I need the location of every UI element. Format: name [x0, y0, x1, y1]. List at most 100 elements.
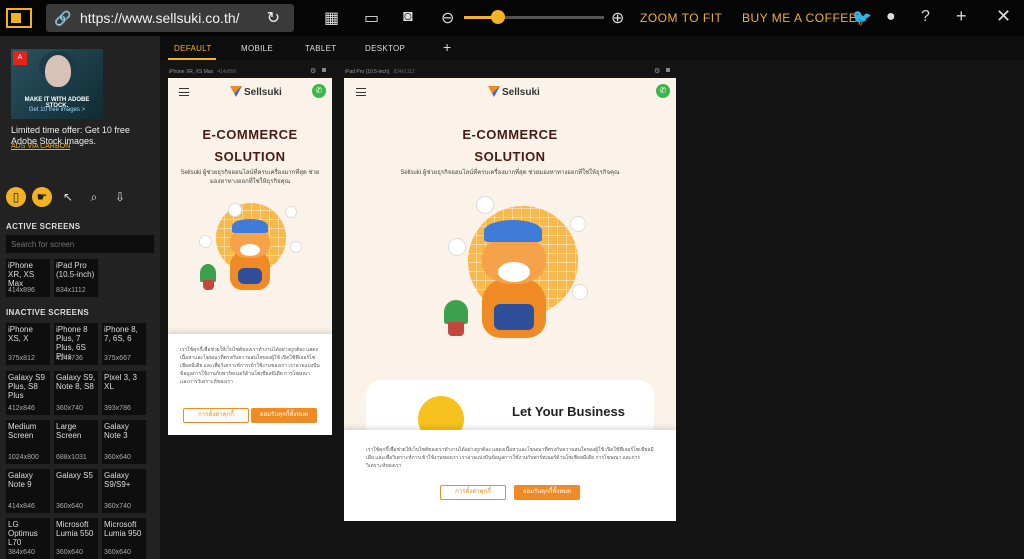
screen-search-input[interactable]	[6, 235, 154, 253]
tablet-menu-icon[interactable]	[356, 88, 366, 96]
screen-card-active-1[interactable]: iPad Pro (10.5-inch) 834x1112	[54, 259, 98, 297]
help-icon[interactable]: ?	[921, 8, 930, 26]
adobe-logo-icon: A	[13, 51, 27, 65]
download-tool-icon[interactable]: ⇩	[110, 187, 130, 207]
active-screens-title: ACTIVE SCREENS	[6, 222, 81, 231]
tablet-fox-cap	[484, 220, 542, 242]
tablet-hero-title-line2: SOLUTION	[474, 149, 546, 164]
inspect-tool-icon[interactable]: ☛	[32, 187, 52, 207]
phone-settings-icon[interactable]: ⚙	[310, 67, 316, 75]
ad-image-line2: Get 10 free images >	[28, 107, 86, 113]
tablet-brand-logo[interactable]: Sellsuki	[488, 86, 540, 98]
tab-desktop[interactable]: DESKTOP	[365, 44, 405, 53]
tablet-avatar-bubble-4	[572, 284, 588, 300]
ad-image[interactable]: A MAKE IT WITH ADOBE STOCK. Get 10 free …	[11, 49, 103, 119]
zoom-slider-handle[interactable]	[491, 10, 505, 24]
avatar-bubble-3	[199, 235, 212, 248]
screen-card-inactive-9[interactable]: Galaxy Note 9 414x846	[6, 469, 50, 513]
plant-pot	[203, 280, 214, 290]
screen-card-inactive-2[interactable]: iPhone 8, 7, 6S, 6 375x667	[102, 323, 146, 365]
screen-card-inactive-14[interactable]: Microsoft Lumia 950 360x640	[102, 518, 146, 559]
zoom-in-icon[interactable]: ⊕	[611, 8, 624, 28]
brand-logo[interactable]: Sellsuki	[230, 86, 282, 98]
screen-card-inactive-11[interactable]: Galaxy S9/S9+ 360x740	[102, 469, 146, 513]
tab-default[interactable]: DEFAULT	[174, 44, 212, 53]
phone-screen-label: iPhone XR, XS Max 414x896	[169, 69, 237, 75]
ad-face	[45, 55, 71, 87]
hero-title-line2: SOLUTION	[214, 149, 286, 164]
reload-icon[interactable]: ↻	[267, 8, 280, 28]
avatar-bubble-4	[290, 241, 302, 253]
fox-cap	[232, 219, 268, 233]
tablet-avatar-bubble-2	[570, 216, 586, 232]
view-tabs: DEFAULT MOBILE TABLET DESKTOP +	[160, 36, 1024, 60]
sidebar: A MAKE IT WITH ADOBE STOCK. Get 10 free …	[0, 36, 160, 559]
tablet-frame[interactable]: Sellsuki ✆ E-COMMERCE SOLUTION Sellsuki …	[344, 78, 676, 521]
url-text[interactable]: https://www.sellsuki.co.th/	[80, 10, 240, 26]
phone-cookie-banner: เราใช้คุกกี้เพื่อช่วยให้เว็บไซต์ของเราทำ…	[168, 334, 332, 435]
tablet-camera-icon[interactable]: ◙	[666, 67, 670, 74]
hero-subtitle: Sellsuki ผู้ช่วยธุรกิจออนไลน์ที่ครบเครื่…	[180, 170, 320, 185]
tablet-hero-subtitle: Sellsuki ผู้ช่วยธุรกิจออนไลน์ที่ครบเครื่…	[400, 170, 620, 176]
screen-card-inactive-7[interactable]: Large Screen 688x1031	[54, 420, 98, 464]
plus-icon[interactable]: +	[956, 6, 967, 27]
tab-tablet[interactable]: TABLET	[305, 44, 336, 53]
tablet-hero-title-line1: E-COMMERCE	[462, 127, 558, 142]
device-icon[interactable]: ▭	[364, 8, 379, 28]
add-tab-icon[interactable]: +	[443, 39, 451, 55]
tablet-cookie-accept-button[interactable]: ยอมรับคุกกี้ทั้งหมด	[514, 485, 580, 500]
tablet-phone-call-icon[interactable]: ✆	[656, 84, 670, 98]
tablet-brand-mark-icon	[488, 86, 500, 97]
menu-icon[interactable]	[179, 88, 189, 96]
grid-icon[interactable]: ▦	[324, 8, 339, 28]
twitter-icon[interactable]: 🐦	[852, 8, 872, 28]
screen-card-inactive-10[interactable]: Galaxy S5 360x640	[54, 469, 98, 513]
close-icon[interactable]: ✕	[996, 6, 1011, 27]
link-icon: 🔗	[54, 10, 72, 26]
inactive-screens-title: INACTIVE SCREENS	[6, 308, 90, 317]
screen-card-inactive-6[interactable]: Medium Screen 1024x800	[6, 420, 50, 464]
camera-icon[interactable]: ◙	[403, 8, 413, 26]
tablet-screen-label: iPad Pro (10.5-inch) 834x1112	[345, 69, 415, 75]
screen-card-active-0[interactable]: iPhone XR, XS Max 414x896	[6, 259, 50, 297]
ad-via-link[interactable]: ADS VIA CARBON	[11, 143, 70, 150]
search-tool-icon[interactable]: ⌕	[84, 187, 104, 207]
screen-card-inactive-3[interactable]: Galaxy S9 Plus, S8 Plus 412x846	[6, 371, 50, 415]
zoom-slider[interactable]	[464, 10, 604, 24]
phone-call-icon[interactable]: ✆	[312, 84, 326, 98]
tablet-plant	[444, 300, 468, 324]
tab-mobile[interactable]: MOBILE	[241, 44, 273, 53]
screen-card-inactive-4[interactable]: Galaxy S9, Note 8, S8 360x740	[54, 371, 98, 415]
fox-shirt	[238, 268, 262, 284]
zoom-out-icon[interactable]: ⊖	[441, 8, 454, 28]
avatar-bubble-2	[285, 206, 297, 218]
tablet-settings-icon[interactable]: ⚙	[654, 67, 660, 75]
tablet-cookie-text: เราใช้คุกกี้เพื่อช่วยให้เว็บไซต์ของเราทำ…	[366, 447, 654, 469]
url-bar[interactable]: 🔗 https://www.sellsuki.co.th/ ↻	[46, 4, 294, 32]
phone-frame[interactable]: Sellsuki ✆ E-COMMERCE SOLUTION Sellsuki …	[168, 78, 332, 435]
screen-card-inactive-13[interactable]: Microsoft Lumia 550 360x640	[54, 518, 98, 559]
top-toolbar: 🔗 https://www.sellsuki.co.th/ ↻ ▦ ▭ ◙ ⊖ …	[0, 0, 1024, 36]
tablet-cookie-settings-button[interactable]: การตั้งค่าคุกกี้	[440, 485, 506, 500]
github-icon[interactable]: ●	[886, 8, 896, 26]
zoom-to-fit-button[interactable]: ZOOM TO FIT	[640, 11, 722, 25]
tablet-fox-muzzle	[498, 262, 530, 282]
tablet-avatar-bubble-1	[476, 196, 494, 214]
phone-cookie-accept-button[interactable]: ยอมรับคุกกี้ทั้งหมด	[251, 408, 317, 423]
screen-card-inactive-1[interactable]: iPhone 8 Plus, 7 Plus, 6S Plus 414x736	[54, 323, 98, 365]
screen-card-inactive-8[interactable]: Galaxy Note 3 360x640	[102, 420, 146, 464]
avatar-bubble-1	[228, 203, 242, 217]
screen-card-inactive-0[interactable]: iPhone XS, X 375x812	[6, 323, 50, 365]
screen-card-inactive-12[interactable]: LG Optimus L70 384x640	[6, 518, 50, 559]
tablet-avatar-bubble-3	[448, 238, 466, 256]
cursor-tool-icon[interactable]: ↖	[58, 187, 78, 207]
logo-icon[interactable]	[6, 8, 32, 28]
preview-canvas: iPhone XR, XS Max 414x896 ⚙ ◙ Sellsuki ✆ …	[160, 60, 1024, 559]
phone-camera-icon[interactable]: ◙	[322, 67, 326, 74]
hero-title-line1: E-COMMERCE	[202, 127, 298, 142]
phone-cookie-settings-button[interactable]: การตั้งค่าคุกกี้	[183, 408, 249, 423]
phone-cookie-text: เราใช้คุกกี้เพื่อช่วยให้เว็บไซต์ของเราทำ…	[180, 347, 320, 385]
screen-card-inactive-5[interactable]: Pixel 3, 3 XL 393x786	[102, 371, 146, 415]
buy-coffee-button[interactable]: BUY ME A COFFEE	[742, 11, 857, 25]
device-tool-icon[interactable]: ▯	[6, 187, 26, 207]
